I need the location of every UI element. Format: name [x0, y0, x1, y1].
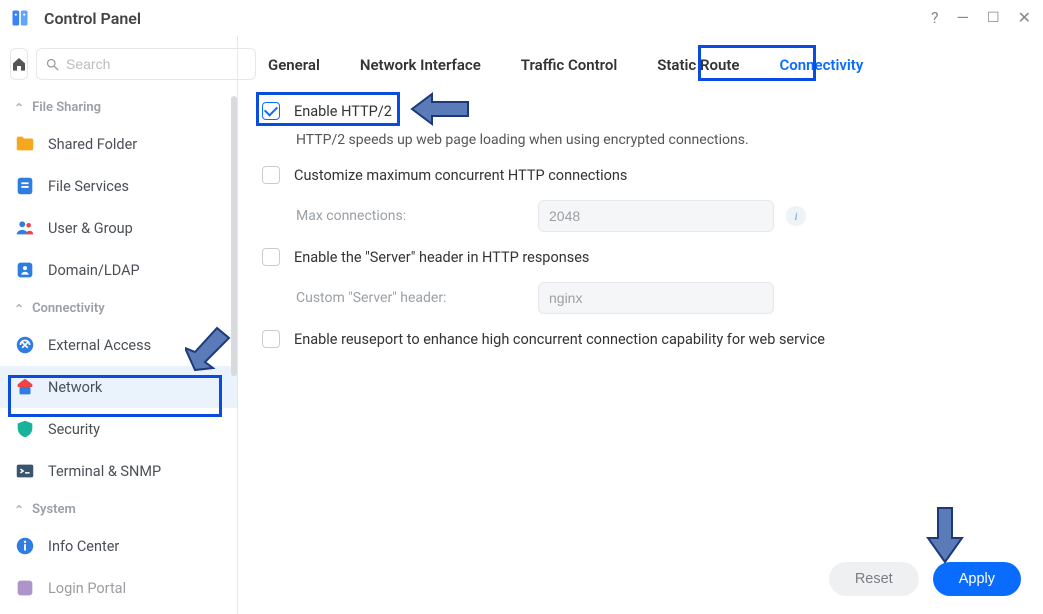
chevron-up-icon: ⌃ — [14, 503, 24, 517]
scrollbar-thumb[interactable] — [231, 96, 237, 376]
sidebar-item-external-access[interactable]: External Access — [0, 324, 237, 366]
footer-buttons: Reset Apply — [829, 562, 1021, 596]
tab-general[interactable]: General — [262, 52, 326, 78]
checkbox-http2[interactable] — [262, 102, 280, 120]
shield-icon — [14, 418, 36, 440]
label-http2: Enable HTTP/2 — [294, 103, 392, 120]
input-custom-header — [538, 282, 774, 314]
titlebar: Control Panel ? — ☐ ✕ — [0, 0, 1043, 36]
tab-static-route[interactable]: Static Route — [651, 52, 745, 78]
section-label: File Sharing — [32, 100, 101, 115]
search-icon — [45, 57, 60, 72]
app-icon — [8, 6, 32, 30]
folder-icon — [14, 133, 36, 155]
search-field[interactable] — [36, 48, 256, 80]
file-services-icon — [14, 175, 36, 197]
link-icon — [14, 334, 36, 356]
network-icon — [14, 376, 36, 398]
sidebar-item-info-center[interactable]: Info Center — [0, 525, 237, 567]
close-icon[interactable]: ✕ — [1018, 10, 1031, 26]
row-enable-http2[interactable]: Enable HTTP/2 — [262, 94, 1019, 128]
home-button[interactable] — [10, 48, 28, 80]
sidebar-item-label: Login Portal — [48, 580, 126, 597]
apply-button[interactable]: Apply — [933, 562, 1021, 596]
sidebar-item-terminal-snmp[interactable]: Terminal & SNMP — [0, 450, 237, 492]
label-max-connections: Max connections: — [296, 208, 526, 224]
connectivity-panel: Enable HTTP/2 HTTP/2 speeds up web page … — [238, 88, 1043, 614]
label-reuseport: Enable reuseport to enhance high concurr… — [294, 331, 825, 348]
domain-icon — [14, 259, 36, 281]
tab-traffic-control[interactable]: Traffic Control — [515, 52, 623, 78]
section-label: System — [32, 502, 76, 517]
desc-http2: HTTP/2 speeds up web page loading when u… — [296, 132, 1019, 148]
row-server-header[interactable]: Enable the "Server" header in HTTP respo… — [262, 240, 1019, 274]
label-custom-header: Custom "Server" header: — [296, 290, 526, 306]
sidebar-item-label: File Services — [48, 178, 129, 195]
home-icon — [11, 56, 27, 72]
tab-bar: General Network Interface Traffic Contro… — [238, 36, 1043, 88]
window-title: Control Panel — [44, 9, 931, 28]
info-icon[interactable]: i — [786, 206, 806, 226]
login-portal-icon — [14, 577, 36, 599]
help-icon[interactable]: ? — [931, 10, 939, 26]
maximize-icon[interactable]: ☐ — [987, 11, 1000, 25]
users-icon — [14, 217, 36, 239]
section-label: Connectivity — [32, 301, 105, 316]
chevron-up-icon: ⌃ — [14, 302, 24, 316]
section-system[interactable]: ⌃ System — [0, 492, 237, 525]
row-customize-conn[interactable]: Customize maximum concurrent HTTP connec… — [262, 158, 1019, 192]
sidebar-item-label: External Access — [48, 337, 151, 354]
sidebar-item-label: Shared Folder — [48, 136, 137, 153]
search-input[interactable] — [66, 56, 247, 72]
sidebar-item-label: Domain/LDAP — [48, 262, 140, 279]
tab-connectivity[interactable]: Connectivity — [773, 52, 869, 78]
reset-button[interactable]: Reset — [829, 562, 919, 596]
checkbox-server-header[interactable] — [262, 248, 280, 266]
terminal-icon — [14, 460, 36, 482]
section-file-sharing[interactable]: ⌃ File Sharing — [0, 90, 237, 123]
label-server-header: Enable the "Server" header in HTTP respo… — [294, 249, 589, 266]
sidebar: ⌃ File Sharing Shared Folder File Servic… — [0, 36, 238, 614]
sidebar-item-file-services[interactable]: File Services — [0, 165, 237, 207]
sidebar-item-domain-ldap[interactable]: Domain/LDAP — [0, 249, 237, 291]
checkbox-customize-conn[interactable] — [262, 166, 280, 184]
input-max-connections — [538, 200, 774, 232]
sidebar-item-user-group[interactable]: User & Group — [0, 207, 237, 249]
sidebar-item-shared-folder[interactable]: Shared Folder — [0, 123, 237, 165]
sidebar-item-label: Network — [48, 379, 102, 396]
sidebar-item-security[interactable]: Security — [0, 408, 237, 450]
sidebar-item-login-portal[interactable]: Login Portal — [0, 567, 237, 609]
label-customize-conn: Customize maximum concurrent HTTP connec… — [294, 167, 627, 184]
sidebar-item-label: Security — [48, 421, 100, 438]
sidebar-item-label: Info Center — [48, 538, 119, 555]
tab-network-interface[interactable]: Network Interface — [354, 52, 487, 78]
info-icon — [14, 535, 36, 557]
row-reuseport[interactable]: Enable reuseport to enhance high concurr… — [262, 322, 1019, 356]
sidebar-item-network[interactable]: Network — [0, 366, 237, 408]
checkbox-reuseport[interactable] — [262, 330, 280, 348]
content-area: General Network Interface Traffic Contro… — [238, 36, 1043, 614]
minimize-icon[interactable]: — — [957, 10, 970, 26]
section-connectivity[interactable]: ⌃ Connectivity — [0, 291, 237, 324]
sidebar-item-label: Terminal & SNMP — [48, 463, 161, 480]
sidebar-item-label: User & Group — [48, 220, 133, 237]
chevron-up-icon: ⌃ — [14, 101, 24, 115]
